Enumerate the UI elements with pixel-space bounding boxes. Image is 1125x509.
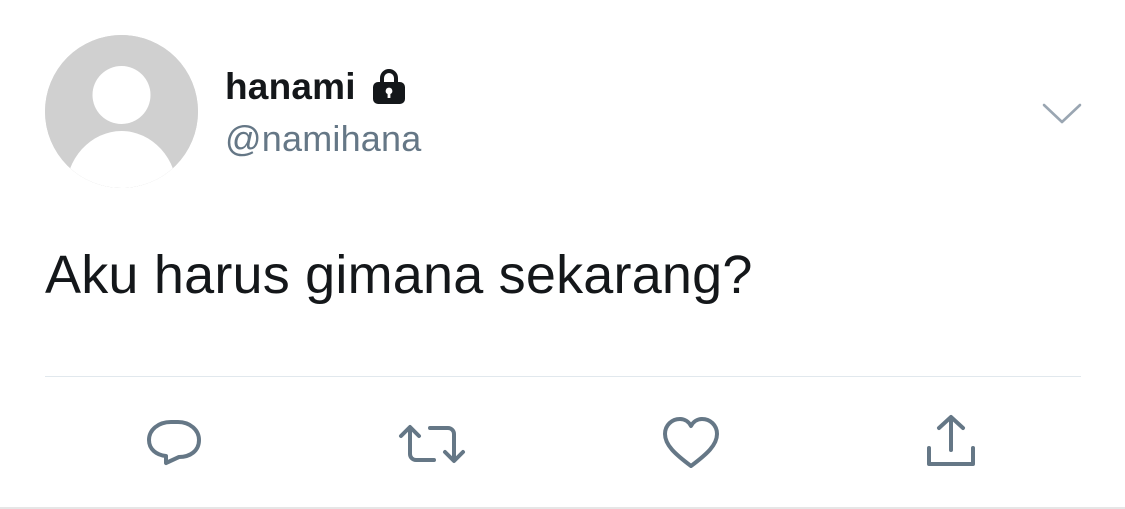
retweet-button[interactable] [397,414,465,474]
tweet-card: hanami @namihana Aku harus gimana sekara… [0,0,1125,509]
like-button[interactable] [661,414,721,474]
display-name[interactable]: hanami [225,66,356,108]
reply-icon [147,420,201,465]
divider [45,376,1081,377]
reply-button[interactable] [145,414,205,474]
tweet-text: Aku harus gimana sekarang? [45,245,753,305]
share-button[interactable] [921,414,981,474]
share-icon [927,415,975,466]
user-handle[interactable]: @namihana [225,118,421,160]
avatar[interactable] [45,35,198,188]
default-avatar-icon [45,35,198,188]
heart-icon [663,417,719,468]
lock-icon [368,66,410,108]
retweet-icon [399,425,465,463]
chevron-down-icon[interactable] [1040,98,1084,128]
user-name-row: hanami [225,62,410,112]
